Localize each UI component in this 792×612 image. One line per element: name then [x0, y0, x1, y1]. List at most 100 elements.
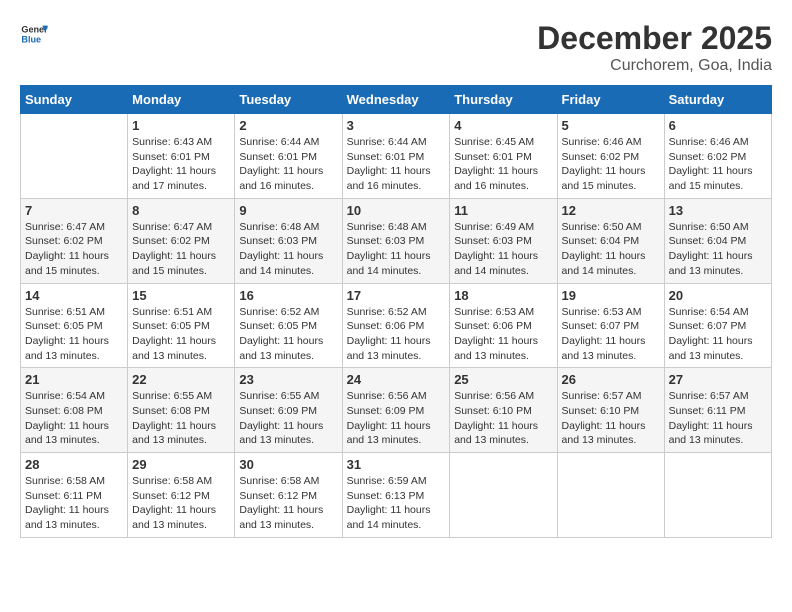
day-number: 4	[454, 118, 552, 133]
day-info: Sunrise: 6:56 AM Sunset: 6:10 PM Dayligh…	[454, 389, 552, 448]
calendar-cell: 23 Sunrise: 6:55 AM Sunset: 6:09 PM Dayli…	[235, 368, 342, 453]
day-info: Sunrise: 6:49 AM Sunset: 6:03 PM Dayligh…	[454, 220, 552, 279]
day-info: Sunrise: 6:55 AM Sunset: 6:08 PM Dayligh…	[132, 389, 230, 448]
calendar-cell: 9Sunrise: 6:48 AM Sunset: 6:03 PM Daylig…	[235, 198, 342, 283]
calendar-cell: 15 Sunrise: 6:51 AM Sunset: 6:05 PM Dayli…	[128, 283, 235, 368]
calendar-cell: 2 Sunrise: 6:44 AM Sunset: 6:01 PM Daylig…	[235, 114, 342, 199]
calendar-cell: 21 Sunrise: 6:54 AM Sunset: 6:08 PM Dayli…	[21, 368, 128, 453]
day-info: Sunrise: 6:50 AM Sunset: 6:04 PM Dayligh…	[669, 220, 767, 279]
day-number: 9	[239, 203, 337, 218]
calendar-cell: 22 Sunrise: 6:55 AM Sunset: 6:08 PM Dayli…	[128, 368, 235, 453]
day-number: 23	[239, 372, 337, 387]
calendar-cell: 27 Sunrise: 6:57 AM Sunset: 6:11 PM Dayli…	[664, 368, 771, 453]
calendar-cell: 29 Sunrise: 6:58 AM Sunset: 6:12 PM Dayli…	[128, 453, 235, 538]
day-info: Sunrise: 6:47 AM Sunset: 6:02 PM Dayligh…	[132, 220, 230, 279]
location-subtitle: Curchorem, Goa, India	[537, 57, 772, 75]
day-info: Sunrise: 6:51 AM Sunset: 6:05 PM Dayligh…	[25, 305, 123, 364]
day-info: Sunrise: 6:57 AM Sunset: 6:11 PM Dayligh…	[669, 389, 767, 448]
day-info: Sunrise: 6:58 AM Sunset: 6:12 PM Dayligh…	[239, 474, 337, 533]
calendar-cell	[664, 453, 771, 538]
weekday-tuesday: Tuesday	[235, 86, 342, 114]
day-info: Sunrise: 6:44 AM Sunset: 6:01 PM Dayligh…	[347, 135, 446, 194]
day-number: 13	[669, 203, 767, 218]
calendar-table: SundayMondayTuesdayWednesdayThursdayFrid…	[20, 85, 772, 538]
weekday-monday: Monday	[128, 86, 235, 114]
day-number: 28	[25, 457, 123, 472]
calendar-cell: 18Sunrise: 6:53 AM Sunset: 6:06 PM Dayli…	[450, 283, 557, 368]
calendar-cell: 8 Sunrise: 6:47 AM Sunset: 6:02 PM Daylig…	[128, 198, 235, 283]
day-info: Sunrise: 6:54 AM Sunset: 6:08 PM Dayligh…	[25, 389, 123, 448]
day-number: 3	[347, 118, 446, 133]
calendar-cell: 5Sunrise: 6:46 AM Sunset: 6:02 PM Daylig…	[557, 114, 664, 199]
calendar-week-row: 21 Sunrise: 6:54 AM Sunset: 6:08 PM Dayli…	[21, 368, 772, 453]
calendar-cell: 31Sunrise: 6:59 AM Sunset: 6:13 PM Dayli…	[342, 453, 450, 538]
calendar-cell: 3 Sunrise: 6:44 AM Sunset: 6:01 PM Daylig…	[342, 114, 450, 199]
day-info: Sunrise: 6:46 AM Sunset: 6:02 PM Dayligh…	[669, 135, 767, 194]
day-number: 27	[669, 372, 767, 387]
day-number: 17	[347, 288, 446, 303]
day-info: Sunrise: 6:47 AM Sunset: 6:02 PM Dayligh…	[25, 220, 123, 279]
day-number: 15	[132, 288, 230, 303]
calendar-cell: 13 Sunrise: 6:50 AM Sunset: 6:04 PM Dayli…	[664, 198, 771, 283]
day-number: 12	[562, 203, 660, 218]
day-number: 2	[239, 118, 337, 133]
day-number: 20	[669, 288, 767, 303]
day-number: 11	[454, 203, 552, 218]
day-number: 24	[347, 372, 446, 387]
day-number: 6	[669, 118, 767, 133]
calendar-cell: 19 Sunrise: 6:53 AM Sunset: 6:07 PM Dayli…	[557, 283, 664, 368]
calendar-cell: 4 Sunrise: 6:45 AM Sunset: 6:01 PM Daylig…	[450, 114, 557, 199]
calendar-cell: 30Sunrise: 6:58 AM Sunset: 6:12 PM Dayli…	[235, 453, 342, 538]
weekday-thursday: Thursday	[450, 86, 557, 114]
day-info: Sunrise: 6:51 AM Sunset: 6:05 PM Dayligh…	[132, 305, 230, 364]
calendar-cell: 11 Sunrise: 6:49 AM Sunset: 6:03 PM Dayli…	[450, 198, 557, 283]
day-number: 22	[132, 372, 230, 387]
day-number: 29	[132, 457, 230, 472]
day-number: 1	[132, 118, 230, 133]
day-info: Sunrise: 6:44 AM Sunset: 6:01 PM Dayligh…	[239, 135, 337, 194]
day-number: 21	[25, 372, 123, 387]
day-info: Sunrise: 6:54 AM Sunset: 6:07 PM Dayligh…	[669, 305, 767, 364]
calendar-cell: 7Sunrise: 6:47 AM Sunset: 6:02 PM Daylig…	[21, 198, 128, 283]
logo: General Blue	[20, 20, 48, 48]
day-number: 31	[347, 457, 446, 472]
title-section: December 2025 Curchorem, Goa, India	[537, 20, 772, 75]
day-info: Sunrise: 6:50 AM Sunset: 6:04 PM Dayligh…	[562, 220, 660, 279]
calendar-cell: 20 Sunrise: 6:54 AM Sunset: 6:07 PM Dayli…	[664, 283, 771, 368]
logo-icon: General Blue	[20, 20, 48, 48]
calendar-week-row: 1 Sunrise: 6:43 AM Sunset: 6:01 PM Daylig…	[21, 114, 772, 199]
calendar-cell: 10Sunrise: 6:48 AM Sunset: 6:03 PM Dayli…	[342, 198, 450, 283]
day-info: Sunrise: 6:53 AM Sunset: 6:06 PM Dayligh…	[454, 305, 552, 364]
calendar-cell	[557, 453, 664, 538]
calendar-week-row: 28Sunrise: 6:58 AM Sunset: 6:11 PM Dayli…	[21, 453, 772, 538]
calendar-cell: 26 Sunrise: 6:57 AM Sunset: 6:10 PM Dayli…	[557, 368, 664, 453]
day-number: 25	[454, 372, 552, 387]
day-number: 5	[562, 118, 660, 133]
weekday-sunday: Sunday	[21, 86, 128, 114]
calendar-cell: 12 Sunrise: 6:50 AM Sunset: 6:04 PM Dayli…	[557, 198, 664, 283]
month-year-title: December 2025	[537, 20, 772, 57]
day-info: Sunrise: 6:52 AM Sunset: 6:05 PM Dayligh…	[239, 305, 337, 364]
day-info: Sunrise: 6:52 AM Sunset: 6:06 PM Dayligh…	[347, 305, 446, 364]
calendar-week-row: 7Sunrise: 6:47 AM Sunset: 6:02 PM Daylig…	[21, 198, 772, 283]
day-number: 19	[562, 288, 660, 303]
weekday-header-row: SundayMondayTuesdayWednesdayThursdayFrid…	[21, 86, 772, 114]
calendar-cell: 28Sunrise: 6:58 AM Sunset: 6:11 PM Dayli…	[21, 453, 128, 538]
day-number: 14	[25, 288, 123, 303]
day-info: Sunrise: 6:53 AM Sunset: 6:07 PM Dayligh…	[562, 305, 660, 364]
day-info: Sunrise: 6:58 AM Sunset: 6:12 PM Dayligh…	[132, 474, 230, 533]
calendar-cell: 24Sunrise: 6:56 AM Sunset: 6:09 PM Dayli…	[342, 368, 450, 453]
weekday-friday: Friday	[557, 86, 664, 114]
day-info: Sunrise: 6:45 AM Sunset: 6:01 PM Dayligh…	[454, 135, 552, 194]
calendar-week-row: 14 Sunrise: 6:51 AM Sunset: 6:05 PM Dayli…	[21, 283, 772, 368]
calendar-cell: 25 Sunrise: 6:56 AM Sunset: 6:10 PM Dayli…	[450, 368, 557, 453]
calendar-cell	[21, 114, 128, 199]
day-info: Sunrise: 6:55 AM Sunset: 6:09 PM Dayligh…	[239, 389, 337, 448]
weekday-wednesday: Wednesday	[342, 86, 450, 114]
day-number: 8	[132, 203, 230, 218]
calendar-cell: 17 Sunrise: 6:52 AM Sunset: 6:06 PM Dayli…	[342, 283, 450, 368]
day-info: Sunrise: 6:57 AM Sunset: 6:10 PM Dayligh…	[562, 389, 660, 448]
day-number: 26	[562, 372, 660, 387]
day-info: Sunrise: 6:43 AM Sunset: 6:01 PM Dayligh…	[132, 135, 230, 194]
day-number: 10	[347, 203, 446, 218]
